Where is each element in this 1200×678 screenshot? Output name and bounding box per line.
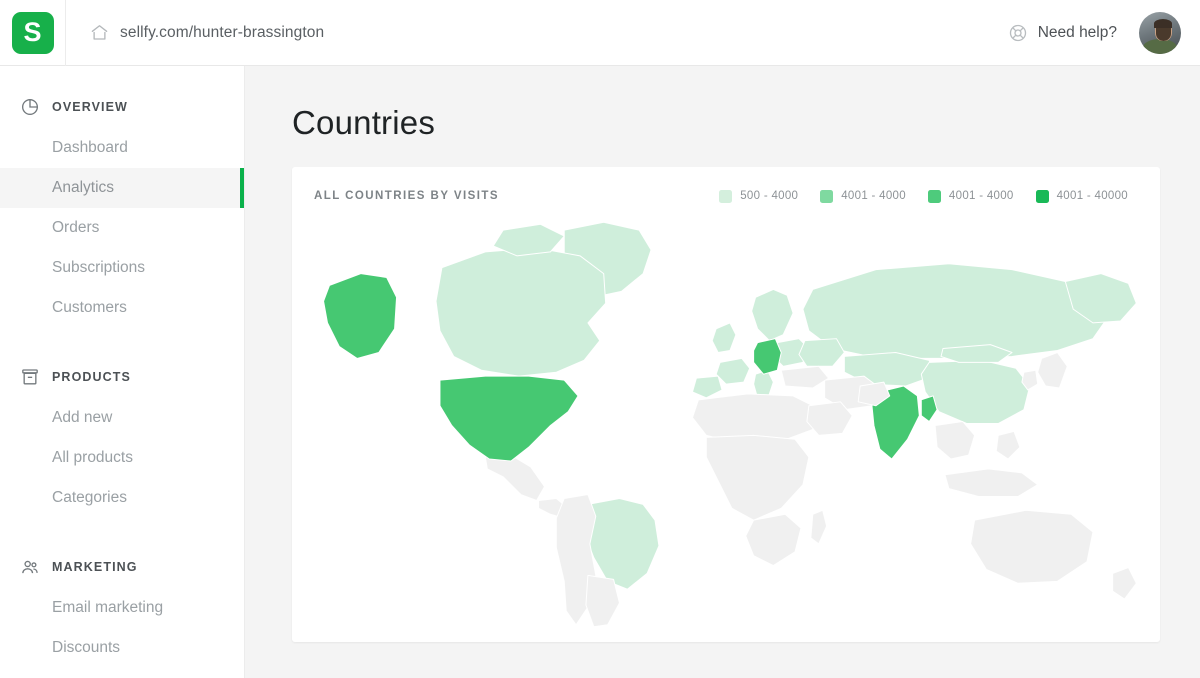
- avatar-body: [1143, 38, 1177, 54]
- sidebar-item-label: Analytics: [52, 179, 115, 196]
- sidebar-item-all-products[interactable]: All products: [0, 438, 244, 478]
- region-united-kingdom[interactable]: [711, 322, 737, 353]
- people-icon: [20, 557, 40, 577]
- region-canada[interactable]: [435, 247, 607, 377]
- sidebar-item-label: Categories: [52, 489, 127, 506]
- sidebar-item-label: Orders: [52, 219, 100, 236]
- legend-label: 4001 - 4000: [948, 190, 1014, 202]
- region-philippines[interactable]: [995, 430, 1021, 460]
- lifebuoy-icon: [1008, 23, 1028, 43]
- top-bar: S sellfy.com/hunter-brassington Need hel…: [0, 0, 1200, 66]
- region-japan[interactable]: [1037, 352, 1068, 389]
- sidebar-item-discounts[interactable]: Discounts: [0, 628, 244, 668]
- region-france[interactable]: [715, 357, 751, 385]
- region-africa-central[interactable]: [705, 434, 810, 521]
- region-africa-south[interactable]: [745, 513, 802, 567]
- avatar-hair: [1154, 19, 1172, 29]
- card-title: ALL COUNTRIES BY VISITS: [314, 190, 500, 202]
- sidebar-item-dashboard[interactable]: Dashboard: [0, 128, 244, 168]
- pie-chart-icon: [20, 97, 40, 117]
- main-content: Countries ALL COUNTRIES BY VISITS 500 - …: [245, 66, 1200, 678]
- region-china[interactable]: [920, 359, 1031, 425]
- sidebar-item-subscriptions[interactable]: Subscriptions: [0, 248, 244, 288]
- region-russia[interactable]: [802, 263, 1108, 359]
- region-bangladesh[interactable]: [920, 395, 938, 423]
- region-sweden-norway-finland[interactable]: [751, 288, 794, 342]
- sidebar-item-label: All products: [52, 449, 133, 466]
- region-spain[interactable]: [691, 375, 723, 399]
- world-map[interactable]: [292, 207, 1160, 642]
- sidebar-group-marketing: MARKETING: [0, 546, 244, 588]
- sidebar-item-customers[interactable]: Customers: [0, 288, 244, 328]
- region-alaska[interactable]: [323, 273, 398, 359]
- region-eastern-europe[interactable]: [798, 338, 845, 367]
- sidebar-item-label: Subscriptions: [52, 259, 146, 276]
- legend-swatch-3: [927, 189, 941, 203]
- sidebar: OVERVIEW Dashboard Analytics Orders Subs…: [0, 66, 245, 678]
- page-title: Countries: [292, 104, 436, 141]
- sidebar-item-categories[interactable]: Categories: [0, 478, 244, 518]
- map-legend: 500 - 4000 4001 - 4000 4001 - 4000 4001 …: [719, 189, 1128, 203]
- sidebar-item-analytics[interactable]: Analytics: [0, 168, 244, 208]
- logo-cell[interactable]: S: [0, 0, 66, 66]
- legend-label: 500 - 4000: [740, 190, 799, 202]
- need-help-button[interactable]: Need help?: [1008, 23, 1117, 43]
- sidebar-group-overview: OVERVIEW: [0, 86, 244, 128]
- legend-swatch-2: [820, 189, 834, 203]
- home-icon: [90, 23, 109, 42]
- sidebar-item-label: Customers: [52, 299, 127, 316]
- region-southeast-asia[interactable]: [934, 421, 976, 460]
- need-help-label: Need help?: [1037, 23, 1117, 41]
- region-australia[interactable]: [970, 509, 1094, 584]
- legend-swatch-1: [719, 189, 733, 203]
- avatar-beard: [1156, 25, 1171, 41]
- sidebar-item-orders[interactable]: Orders: [0, 208, 244, 248]
- legend-item[interactable]: 4001 - 40000: [1035, 189, 1128, 203]
- sidebar-item-label: Discounts: [52, 639, 121, 656]
- logo-letter: S: [23, 17, 42, 47]
- store-url-text: sellfy.com/hunter-brassington: [120, 23, 325, 41]
- sidebar-group-label: MARKETING: [52, 560, 138, 574]
- sidebar-item-label: Dashboard: [52, 139, 128, 156]
- region-madagascar[interactable]: [810, 509, 828, 545]
- avatar[interactable]: [1139, 11, 1181, 54]
- sidebar-group-label: OVERVIEW: [52, 100, 128, 114]
- region-turkey[interactable]: [780, 365, 830, 389]
- box-icon: [20, 367, 40, 387]
- countries-map-card: ALL COUNTRIES BY VISITS 500 - 4000 4001 …: [292, 167, 1160, 642]
- sidebar-item-add-new[interactable]: Add new: [0, 398, 244, 438]
- world-map-svg[interactable]: [292, 207, 1160, 642]
- region-indonesia[interactable]: [944, 468, 1039, 497]
- card-header: ALL COUNTRIES BY VISITS 500 - 4000 4001 …: [292, 167, 1160, 207]
- topbar-right: Need help?: [1008, 11, 1200, 54]
- region-argentina[interactable]: [585, 574, 620, 628]
- store-url-link[interactable]: sellfy.com/hunter-brassington: [90, 23, 324, 42]
- region-united-states[interactable]: [439, 375, 579, 462]
- legend-swatch-4: [1035, 189, 1049, 203]
- sidebar-group-products: PRODUCTS: [0, 356, 244, 398]
- sidebar-group-label: PRODUCTS: [52, 370, 131, 384]
- body-row: OVERVIEW Dashboard Analytics Orders Subs…: [0, 66, 1200, 678]
- sidebar-item-email-marketing[interactable]: Email marketing: [0, 588, 244, 628]
- sidebar-item-label: Add new: [52, 409, 113, 426]
- legend-label: 4001 - 4000: [841, 190, 906, 202]
- region-new-zealand[interactable]: [1112, 567, 1137, 600]
- app-window: S sellfy.com/hunter-brassington Need hel…: [0, 0, 1200, 678]
- region-mexico[interactable]: [484, 454, 546, 501]
- legend-item[interactable]: 4001 - 4000: [820, 189, 906, 203]
- sellfy-logo[interactable]: S: [11, 11, 54, 54]
- region-germany[interactable]: [753, 338, 782, 375]
- legend-item[interactable]: 4001 - 4000: [927, 189, 1014, 203]
- legend-label: 4001 - 40000: [1056, 190, 1128, 202]
- sidebar-item-label: Email marketing: [52, 599, 164, 616]
- legend-item[interactable]: 500 - 4000: [719, 189, 799, 203]
